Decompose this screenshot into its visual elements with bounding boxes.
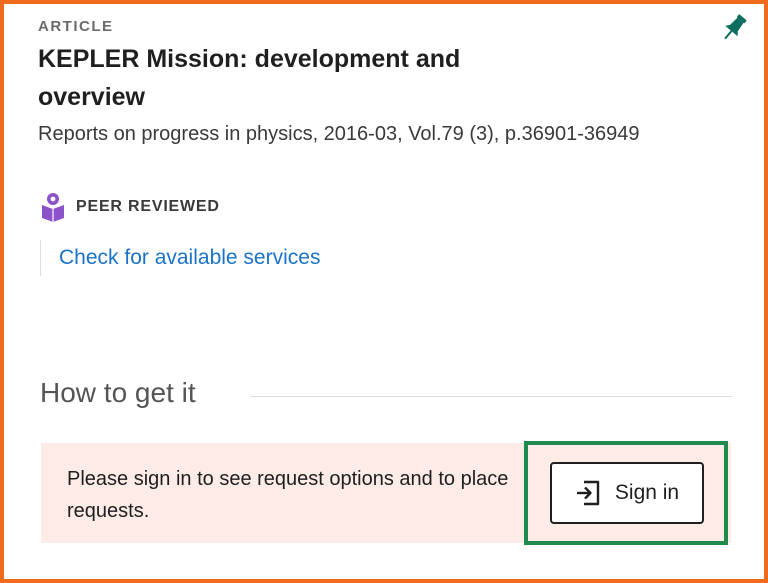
peer-reviewed-badge: PEER REVIEWED [40, 192, 220, 222]
peer-reviewed-label: PEER REVIEWED [76, 198, 220, 215]
check-services-link[interactable]: Check for available services [59, 246, 320, 270]
pin-icon[interactable] [720, 12, 748, 44]
sign-in-label: Sign in [614, 481, 680, 504]
record-citation: Reports on progress in physics, 2016-03,… [38, 123, 640, 145]
record-card: ARTICLE KEPLER Mission: development and … [0, 0, 768, 583]
record-type-label: ARTICLE [38, 18, 114, 35]
services-section: Check for available services [40, 240, 320, 276]
sign-in-icon [576, 480, 600, 506]
record-title[interactable]: KEPLER Mission: development and overview [38, 40, 538, 116]
peer-reviewed-icon [42, 193, 64, 222]
sign-in-button[interactable]: Sign in [550, 462, 704, 524]
signin-message: Please sign in to see request options an… [67, 468, 509, 522]
how-to-get-it-heading: How to get it [40, 377, 196, 408]
section-divider [250, 396, 732, 397]
